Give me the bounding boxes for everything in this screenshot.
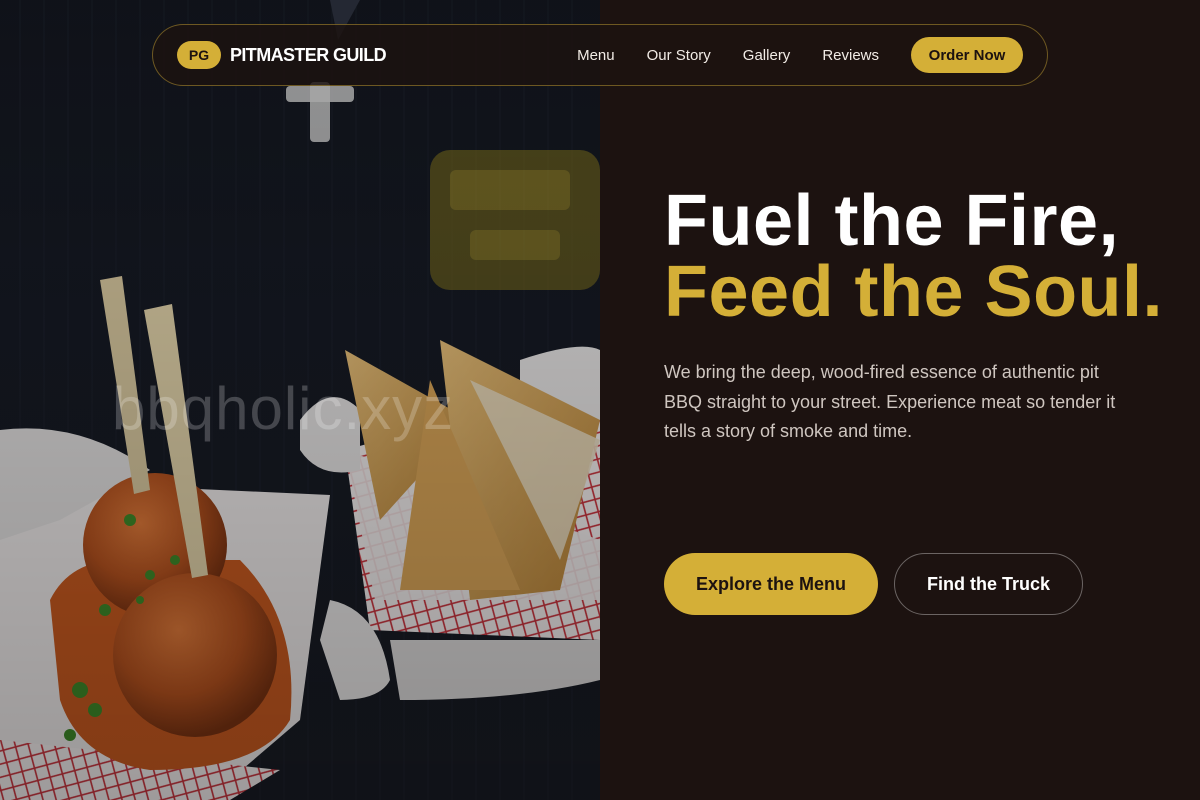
nav-link-our-story[interactable]: Our Story [647,47,711,64]
brand-name[interactable]: PITMASTER GUILD [230,45,387,66]
main-navbar: PG PITMASTER GUILD Menu Our Story Galler… [152,24,1048,86]
headline-line-1: Fuel the Fire, [664,181,1120,261]
watermark-text: bbqholic.xyz [112,375,455,442]
hero-description: We bring the deep, wood-fired essence of… [664,362,1116,441]
headline-line-2: Feed the Soul. [664,252,1164,332]
hero-headline: Fuel the Fire, Feed the Soul. [664,181,1164,332]
nav-link-menu[interactable]: Menu [577,47,615,64]
hero-photo: bbqholic.xyz [0,0,600,800]
nav-link-reviews[interactable]: Reviews [822,47,879,64]
find-truck-button[interactable]: Find the Truck [894,553,1083,615]
hero-section: Fuel the Fire, Feed the Soul. We bring t… [664,181,1164,447]
explore-menu-button[interactable]: Explore the Menu [664,553,878,615]
nav-link-gallery[interactable]: Gallery [743,47,791,64]
logo-badge[interactable]: PG [177,41,221,69]
order-now-button[interactable]: Order Now [911,37,1023,73]
nav-links: Menu Our Story Gallery Reviews Order Now [577,37,1023,73]
hero-cta-row: Explore the Menu Find the Truck [664,553,1083,615]
